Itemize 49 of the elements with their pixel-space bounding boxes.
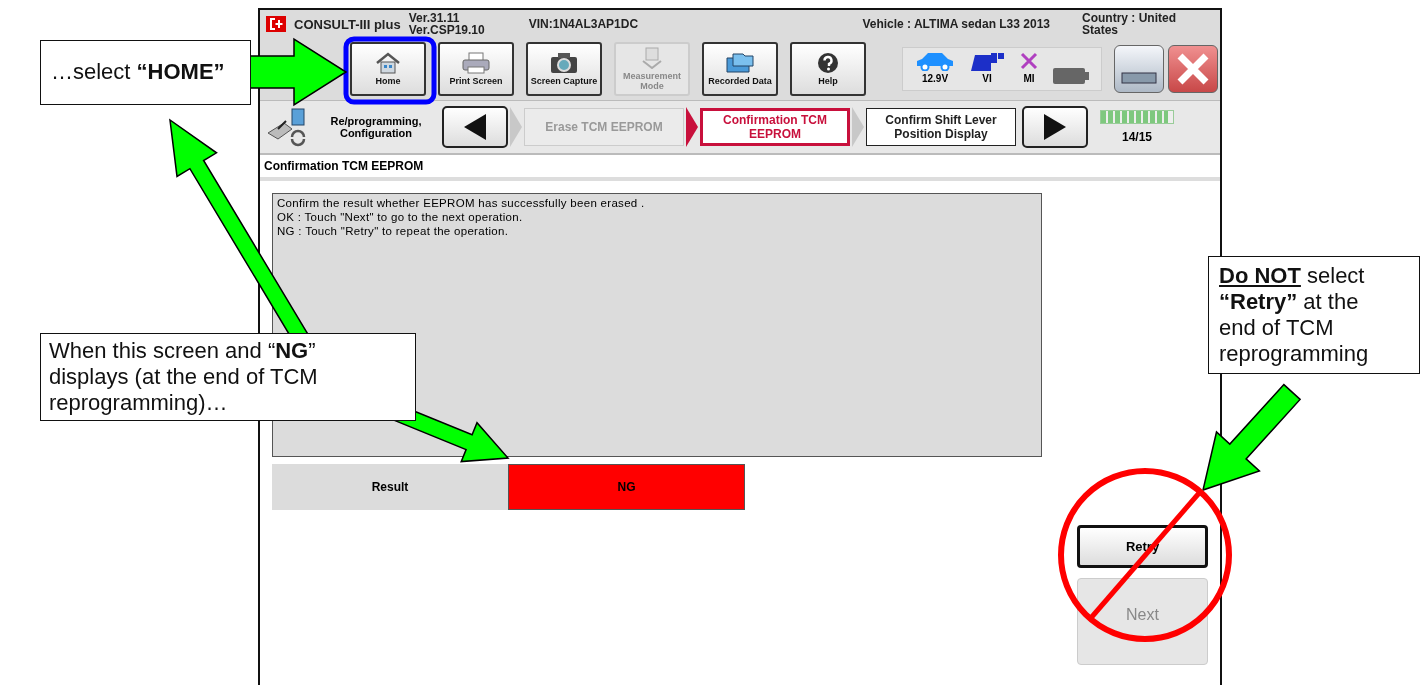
message-line: OK : Touch "Next" to go to the next operation.	[277, 210, 524, 224]
version-text: Ver.CSP19.10	[408, 24, 485, 36]
minimize-icon	[1121, 72, 1157, 84]
vin-text: VIN:1N4AL3AP1DC	[528, 17, 639, 31]
message-line: NG : Touch "Retry" to repeat the operation.	[277, 224, 510, 238]
status-label: VI	[982, 73, 992, 84]
close-button[interactable]	[1168, 45, 1218, 93]
app-logo-icon	[266, 16, 286, 32]
folders-icon	[725, 52, 755, 74]
callout: …select “HOME”	[40, 40, 251, 105]
toolbar-button[interactable]: Screen Capture	[526, 42, 602, 96]
app-name: CONSULT-III plus	[294, 16, 401, 32]
vehicle-text: Vehicle : ALTIMA sedan L33 2013	[862, 17, 1050, 31]
step-box: Confirm Shift Lever Position Display	[866, 108, 1016, 146]
message-line: Confirm the result whether EEPROM has successfully been erased .	[277, 196, 646, 210]
status-label: 12.9V	[921, 73, 949, 84]
toolbar-button[interactable]: Home	[350, 42, 426, 96]
status-label: MI	[1023, 73, 1035, 84]
close-icon	[1175, 51, 1211, 87]
chevron-icon	[510, 107, 522, 147]
section-title: Re/programming, Configuration	[329, 115, 423, 139]
toolbar-button[interactable]: Help	[790, 42, 866, 96]
callout: Do NOT select “Retry” at the end of TCM reprogramming	[1208, 256, 1420, 374]
cross-icon	[1019, 51, 1039, 71]
left-triangle-icon	[464, 114, 486, 140]
chevron-icon	[852, 107, 864, 147]
next-step-button[interactable]	[1022, 106, 1088, 148]
house-icon	[375, 52, 401, 74]
toolbar-button[interactable]: Recorded Data	[702, 42, 778, 96]
page-title: Confirmation TCM EEPROM	[260, 155, 1220, 181]
right-triangle-icon	[1044, 114, 1066, 140]
country-text: Country : United States	[1082, 12, 1177, 36]
chevron-icon	[686, 107, 698, 147]
minimize-button[interactable]	[1114, 45, 1164, 93]
callout: When this screen and “NG” displays (at the end of TCM reprogramming)…	[40, 333, 416, 421]
battery-icon	[1053, 68, 1089, 84]
printer-icon	[461, 52, 491, 74]
back-button[interactable]	[442, 106, 508, 148]
version-text: Ver.31.11	[408, 12, 461, 24]
step-box: Confirmation TCM EEPROM	[700, 108, 850, 146]
car-icon	[915, 51, 955, 71]
interface-device-icon	[969, 51, 1005, 71]
progress-text: 14/15	[1122, 130, 1152, 144]
camera-icon	[549, 52, 579, 74]
toolbar-button[interactable]: Print Screen	[438, 42, 514, 96]
result-value: NG	[508, 464, 745, 510]
help-icon	[817, 52, 839, 74]
result-label: Result	[272, 464, 508, 510]
step-box: Erase TCM EEPROM	[524, 108, 684, 146]
